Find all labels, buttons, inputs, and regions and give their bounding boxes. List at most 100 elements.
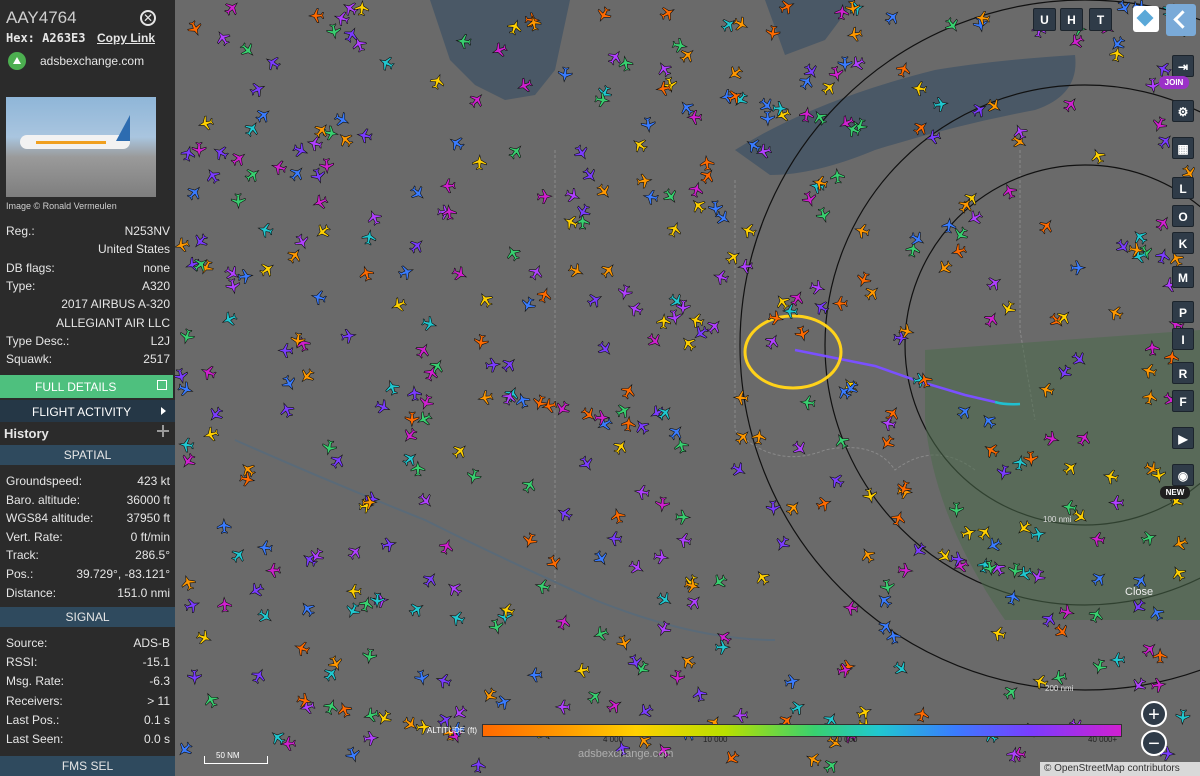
aircraft-marker[interactable] <box>345 542 365 562</box>
aircraft-marker[interactable] <box>783 673 801 690</box>
toggle-l-button[interactable]: L <box>1172 177 1194 199</box>
aircraft-marker[interactable] <box>729 460 749 479</box>
aircraft-marker[interactable] <box>246 581 266 600</box>
aircraft-marker[interactable] <box>687 311 705 329</box>
aircraft-marker[interactable] <box>444 579 464 599</box>
aircraft-marker[interactable] <box>195 628 214 646</box>
aircraft-marker[interactable] <box>984 273 1004 293</box>
aircraft-marker[interactable] <box>243 165 263 185</box>
aircraft-marker[interactable] <box>894 60 912 79</box>
aircraft-marker[interactable] <box>794 325 811 343</box>
aircraft-marker[interactable] <box>298 599 318 619</box>
aircraft-marker[interactable] <box>447 133 467 153</box>
aircraft-marker[interactable] <box>557 66 573 83</box>
aircraft-marker[interactable] <box>563 186 582 204</box>
aircraft-marker[interactable] <box>237 40 257 60</box>
aircraft-marker[interactable] <box>362 707 380 724</box>
aircraft-marker[interactable] <box>202 426 220 443</box>
toggle-p-button[interactable]: P <box>1172 301 1194 323</box>
aircraft-marker[interactable] <box>809 279 827 297</box>
aircraft-marker[interactable] <box>739 221 758 239</box>
aircraft-marker[interactable] <box>178 437 195 453</box>
aircraft-marker[interactable] <box>1089 147 1108 166</box>
aircraft-marker[interactable] <box>808 178 826 194</box>
aircraft-marker[interactable] <box>191 141 207 158</box>
aircraft-marker[interactable] <box>470 756 486 774</box>
aircraft-marker[interactable] <box>279 736 297 751</box>
aircraft-marker[interactable] <box>408 183 428 203</box>
aircraft-marker[interactable] <box>450 264 469 283</box>
aircraft-marker[interactable] <box>383 378 401 396</box>
aircraft-marker[interactable] <box>719 15 739 35</box>
flight-activity-button[interactable]: FLIGHT ACTIVITY <box>0 400 175 422</box>
aircraft-marker[interactable] <box>616 284 633 301</box>
aircraft-marker[interactable] <box>485 357 502 373</box>
aircraft-marker[interactable] <box>279 373 298 393</box>
aircraft-marker[interactable] <box>732 390 749 406</box>
aircraft-marker[interactable] <box>362 731 380 746</box>
aircraft-marker[interactable] <box>1061 94 1081 114</box>
aircraft-marker[interactable] <box>709 572 729 592</box>
aircraft-marker[interactable] <box>473 333 489 351</box>
aircraft-marker[interactable] <box>199 363 218 382</box>
aircraft-marker[interactable] <box>615 634 633 652</box>
aircraft-marker[interactable] <box>830 167 845 185</box>
aircraft-marker[interactable] <box>413 341 433 361</box>
aircraft-marker[interactable] <box>572 143 592 163</box>
close-panel-icon[interactable]: ✕ <box>140 10 156 26</box>
aircraft-marker[interactable] <box>407 236 427 256</box>
aircraft-photo[interactable] <box>6 97 156 197</box>
collapse-sidebar-icon[interactable] <box>1166 4 1196 36</box>
toggle-i-button[interactable]: I <box>1172 328 1194 350</box>
aircraft-marker[interactable] <box>309 167 327 185</box>
aircraft-marker[interactable] <box>178 328 195 346</box>
aircraft-marker[interactable] <box>683 577 701 594</box>
aircraft-marker[interactable] <box>665 220 684 239</box>
aircraft-marker[interactable] <box>328 451 348 471</box>
aircraft-marker[interactable] <box>277 400 296 419</box>
aircraft-marker[interactable] <box>598 260 618 280</box>
aircraft-marker[interactable] <box>255 606 275 626</box>
aircraft-marker[interactable] <box>605 696 625 715</box>
aircraft-marker[interactable] <box>400 426 420 446</box>
aircraft-marker[interactable] <box>678 651 698 671</box>
aircraft-marker[interactable] <box>626 300 645 319</box>
aircraft-marker[interactable] <box>1091 658 1109 676</box>
aircraft-marker[interactable] <box>332 110 351 129</box>
aircraft-marker[interactable] <box>1150 677 1167 693</box>
aircraft-marker[interactable] <box>229 545 249 565</box>
aircraft-marker[interactable] <box>531 394 549 412</box>
aircraft-marker[interactable] <box>213 28 233 48</box>
aircraft-marker[interactable] <box>688 196 708 216</box>
aircraft-marker[interactable] <box>811 174 829 191</box>
aircraft-marker[interactable] <box>545 553 564 572</box>
map-attribution[interactable]: © OpenStreetMap contributors <box>1040 762 1200 776</box>
aircraft-marker[interactable] <box>839 659 856 675</box>
aircraft-marker[interactable] <box>439 178 456 194</box>
aircraft-marker[interactable] <box>831 296 848 311</box>
aircraft-marker[interactable] <box>344 746 362 764</box>
aircraft-marker[interactable] <box>1052 622 1072 642</box>
aircraft-marker[interactable] <box>725 63 745 83</box>
fms-sel-header[interactable]: FMS SEL <box>0 756 175 776</box>
aircraft-marker[interactable] <box>465 468 482 486</box>
aircraft-marker[interactable] <box>836 662 853 679</box>
aircraft-marker[interactable] <box>914 706 931 723</box>
aircraft-marker[interactable] <box>614 401 633 420</box>
aircraft-marker[interactable] <box>801 61 821 81</box>
aircraft-marker[interactable] <box>397 263 415 281</box>
aircraft-marker[interactable] <box>826 471 846 490</box>
aircraft-marker[interactable] <box>1130 227 1150 247</box>
aircraft-marker[interactable] <box>1109 45 1125 63</box>
aircraft-marker[interactable] <box>950 243 968 260</box>
aircraft-marker[interactable] <box>842 600 859 616</box>
aircraft-marker[interactable] <box>573 662 591 678</box>
aircraft-marker[interactable] <box>270 159 288 177</box>
aircraft-marker[interactable] <box>1129 675 1149 695</box>
aircraft-marker[interactable] <box>555 504 575 523</box>
aircraft-marker[interactable] <box>882 7 902 27</box>
aircraft-marker[interactable] <box>306 135 323 152</box>
aircraft-marker[interactable] <box>297 366 317 386</box>
aircraft-marker[interactable] <box>627 558 647 577</box>
aircraft-marker[interactable] <box>335 700 353 719</box>
